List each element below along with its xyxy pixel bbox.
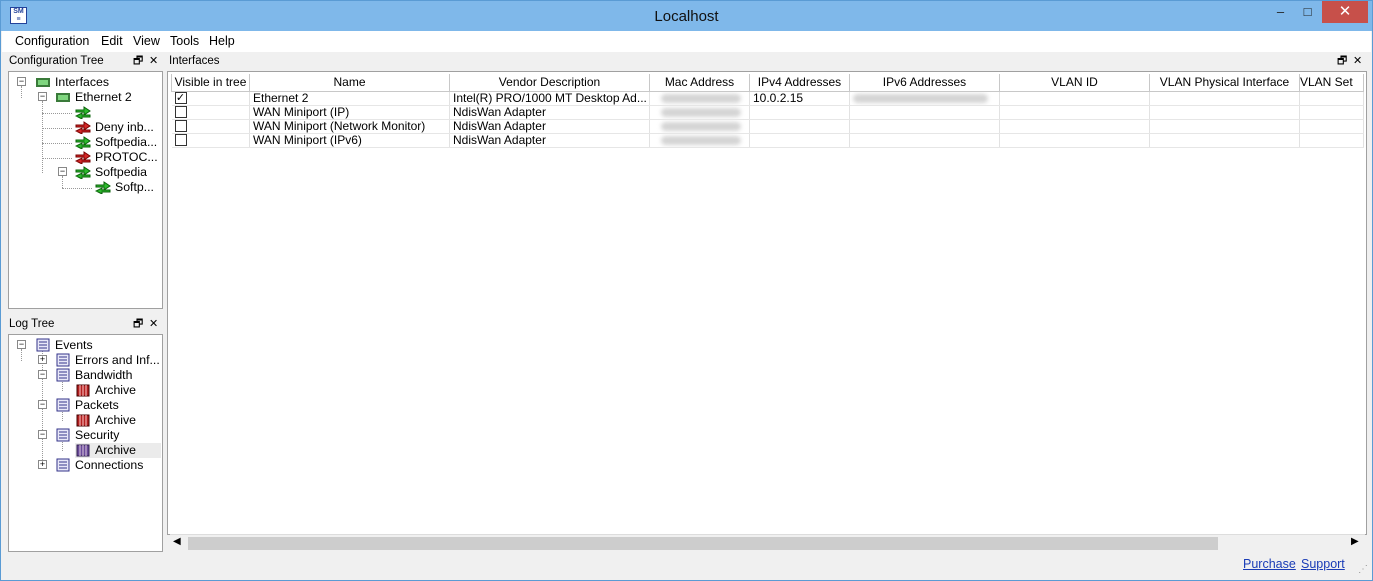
log-tree-header: Log Tree 🗗 ✕ xyxy=(7,315,164,334)
interfaces-title: Interfaces xyxy=(169,55,220,67)
log-icon xyxy=(56,368,70,382)
menu-edit[interactable]: Edit xyxy=(101,34,123,48)
restore-icon[interactable]: 🗗 xyxy=(133,315,143,334)
redacted-mac xyxy=(661,93,741,103)
deny-rule-icon xyxy=(75,151,91,164)
redacted-mac xyxy=(661,107,741,117)
tree-item-interfaces[interactable]: Interfaces xyxy=(35,75,160,90)
expand-toggle[interactable]: + xyxy=(38,355,47,364)
visible-checkbox[interactable] xyxy=(174,106,187,118)
collapse-toggle[interactable]: − xyxy=(38,430,47,439)
table-header: Visible in tree Name Vendor Description … xyxy=(171,74,1364,92)
support-link[interactable]: Support xyxy=(1301,557,1345,571)
table-row[interactable]: WAN Miniport (IP) NdisWan Adapter xyxy=(171,105,1364,120)
redacted-ipv6 xyxy=(853,93,988,103)
col-vendor[interactable]: Vendor Description xyxy=(449,74,650,92)
purchase-link[interactable]: Purchase xyxy=(1243,557,1296,571)
col-vlan-phys[interactable]: VLAN Physical Interface xyxy=(1149,74,1300,92)
menu-view[interactable]: View xyxy=(133,34,160,48)
log-icon xyxy=(56,398,70,412)
resize-grip-icon[interactable]: ⋰ xyxy=(1358,564,1368,575)
visible-checkbox[interactable] xyxy=(174,134,187,146)
log-tree: − Events + Errors and Inf... − Bandwidth… xyxy=(8,334,163,552)
col-ipv6[interactable]: IPv6 Addresses xyxy=(849,74,1000,92)
visible-checkbox[interactable]: ✓ xyxy=(174,92,187,104)
collapse-toggle[interactable]: − xyxy=(38,370,47,379)
horizontal-scrollbar[interactable]: ◀ ▶ xyxy=(170,534,1365,551)
redacted-mac xyxy=(661,135,741,145)
network-card-icon xyxy=(56,93,70,102)
allow-rule-icon xyxy=(75,166,91,179)
allow-rule-icon xyxy=(75,106,91,119)
archive-icon xyxy=(76,414,90,427)
log-icon xyxy=(56,458,70,472)
redacted-mac xyxy=(661,121,741,131)
config-tree-title: Configuration Tree xyxy=(9,55,104,67)
col-ipv4[interactable]: IPv4 Addresses xyxy=(749,74,850,92)
expand-toggle[interactable]: + xyxy=(38,460,47,469)
archive-icon xyxy=(76,384,90,397)
col-vlan-id[interactable]: VLAN ID xyxy=(999,74,1150,92)
log-icon xyxy=(56,428,70,442)
interfaces-header: Interfaces 🗗 ✕ xyxy=(167,52,1367,71)
title-bar[interactable]: SM ≡ Localhost – □ ✕ xyxy=(1,1,1372,31)
scroll-left-icon[interactable]: ◀ xyxy=(173,536,181,547)
table-row[interactable]: WAN Miniport (Network Monitor) NdisWan A… xyxy=(171,119,1364,134)
collapse-toggle[interactable]: − xyxy=(38,400,47,409)
restore-icon[interactable]: 🗗 xyxy=(133,52,143,71)
app-window: SM ≡ Localhost – □ ✕ Configuration Edit V… xyxy=(0,0,1373,581)
config-tree-header: Configuration Tree 🗗 ✕ xyxy=(7,52,164,71)
collapse-toggle[interactable]: − xyxy=(58,167,67,176)
col-visible[interactable]: Visible in tree xyxy=(171,74,250,92)
allow-rule-icon xyxy=(75,136,91,149)
menu-tools[interactable]: Tools xyxy=(170,34,199,48)
table-row[interactable]: WAN Miniport (IPv6) NdisWan Adapter xyxy=(171,133,1364,148)
deny-rule-icon xyxy=(75,121,91,134)
interfaces-table: Visible in tree Name Vendor Description … xyxy=(171,74,1364,148)
menu-bar: Configuration Edit View Tools Help xyxy=(2,31,1371,52)
col-vlan-set[interactable]: VLAN Set xyxy=(1299,74,1364,92)
scroll-thumb[interactable] xyxy=(188,537,1218,550)
collapse-toggle[interactable]: − xyxy=(38,92,47,101)
close-icon[interactable]: ✕ xyxy=(149,315,158,334)
col-name[interactable]: Name xyxy=(249,74,450,92)
minimize-button[interactable]: – xyxy=(1267,1,1294,23)
network-card-icon xyxy=(36,78,50,87)
close-icon[interactable]: ✕ xyxy=(1353,52,1362,71)
restore-icon[interactable]: 🗗 xyxy=(1337,52,1347,71)
scroll-right-icon[interactable]: ▶ xyxy=(1351,536,1359,547)
menu-help[interactable]: Help xyxy=(209,34,235,48)
archive-icon xyxy=(76,444,90,457)
col-mac[interactable]: Mac Address xyxy=(649,74,750,92)
tree-item-archive-security[interactable]: Archive xyxy=(75,443,161,458)
collapse-toggle[interactable]: − xyxy=(17,77,26,86)
close-button[interactable]: ✕ xyxy=(1322,1,1368,23)
visible-checkbox[interactable] xyxy=(174,120,187,132)
menu-configuration[interactable]: Configuration xyxy=(15,34,89,48)
interfaces-grid: Visible in tree Name Vendor Description … xyxy=(167,71,1367,535)
allow-rule-icon xyxy=(95,181,111,194)
config-tree: − Interfaces − Ethernet 2 Deny inb... So… xyxy=(8,71,163,309)
window-title: Localhost xyxy=(654,8,719,25)
collapse-toggle[interactable]: − xyxy=(17,340,26,349)
maximize-button[interactable]: □ xyxy=(1294,1,1321,23)
log-icon xyxy=(56,353,70,367)
table-row[interactable]: ✓ Ethernet 2 Intel(R) PRO/1000 MT Deskto… xyxy=(171,91,1364,106)
close-icon[interactable]: ✕ xyxy=(149,52,158,71)
log-icon xyxy=(36,338,50,352)
status-bar: Purchase Support ⋰ xyxy=(2,554,1371,580)
log-tree-title: Log Tree xyxy=(9,318,55,330)
